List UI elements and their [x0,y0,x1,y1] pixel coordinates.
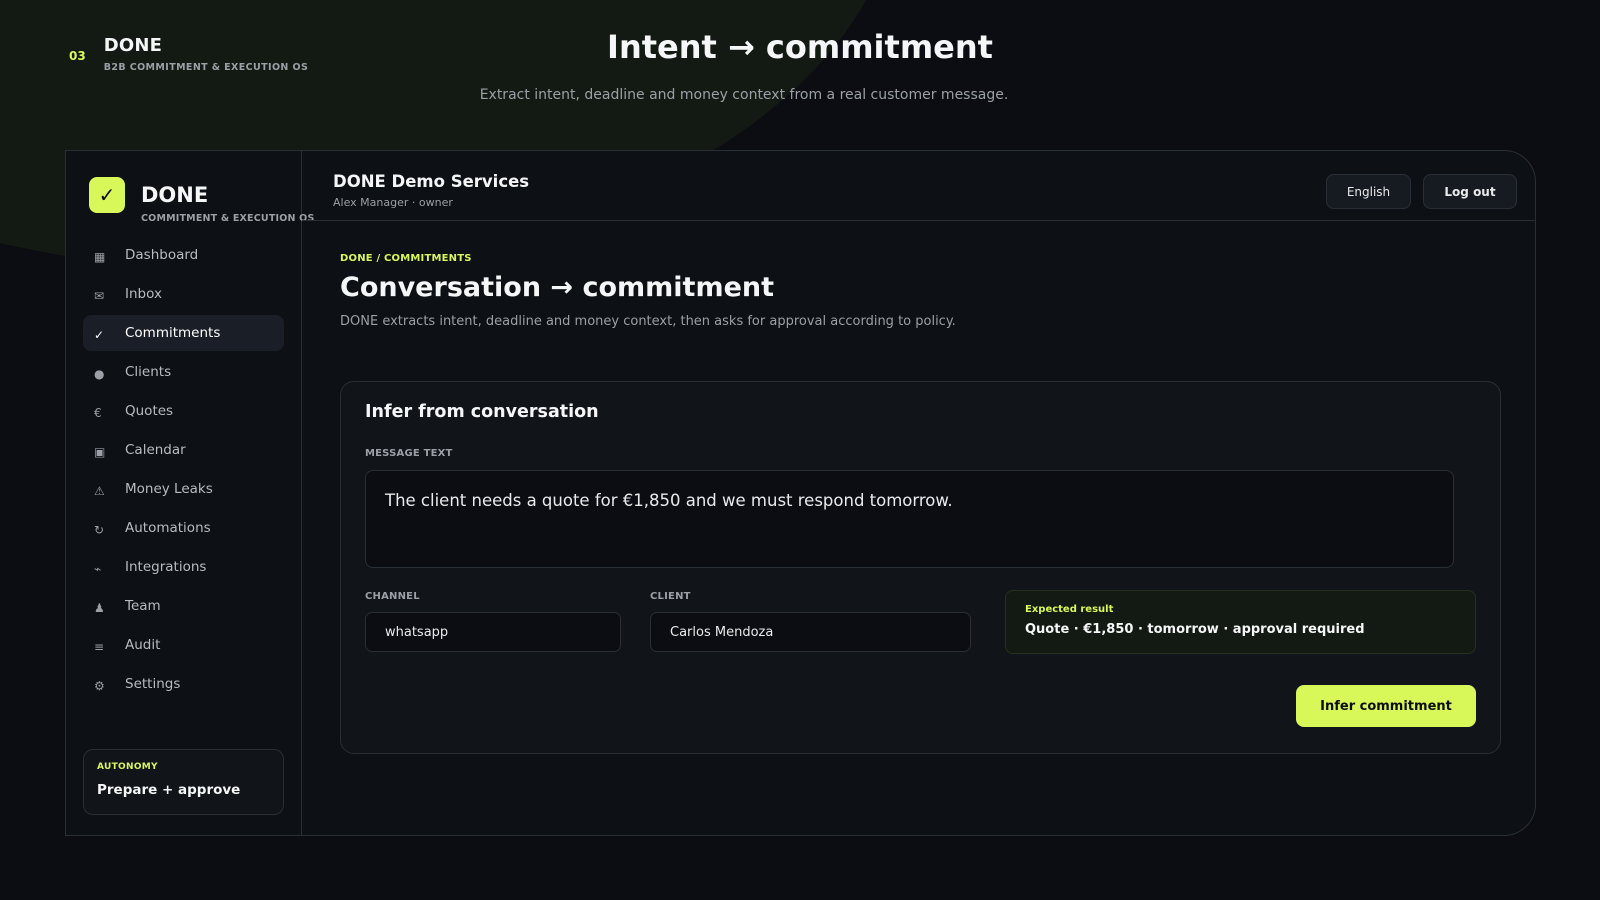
sidebar-item-commitments[interactable]: ✓ Commitments [83,315,284,351]
logout-button[interactable]: Log out [1423,174,1517,209]
sidebar-nav: ▦ Dashboard ✉ Inbox ✓ Commitments ● Clie… [83,237,284,705]
sidebar-item-label: Quotes [125,403,174,419]
sidebar-item-quotes[interactable]: € Quotes [83,393,284,429]
sidebar-item-label: Dashboard [125,247,199,263]
breadcrumb: DONE / COMMITMENTS [340,253,472,264]
inbox-icon: ✉ [94,289,105,303]
client-input[interactable]: Carlos Mendoza [650,612,971,652]
message-textarea[interactable]: The client needs a quote for €1,850 and … [365,470,1454,568]
euro-icon: € [94,406,102,420]
slide-subtitle: Extract intent, deadline and money conte… [479,87,1009,103]
sidebar-item-settings[interactable]: ⚙ Settings [83,666,284,702]
sidebar-item-label: Inbox [125,286,162,302]
expected-result-value: Quote · €1,850 · tomorrow · approval req… [1025,622,1365,637]
team-icon: ♟ [94,601,105,615]
page-description: DONE extracts intent, deadline and money… [340,314,956,329]
sidebar-item-label: Clients [125,364,172,380]
autonomy-card[interactable]: AUTONOMY Prepare + approve [83,749,284,815]
expected-result-box: Expected result Quote · €1,850 · tomorro… [1005,590,1476,654]
dashboard-icon: ▦ [94,250,106,264]
sidebar-item-dashboard[interactable]: ▦ Dashboard [83,237,284,273]
sidebar-brand-name: DONE [141,183,209,207]
check-icon: ✓ [94,328,105,342]
sidebar-item-clients[interactable]: ● Clients [83,354,284,390]
sidebar-item-money-leaks[interactable]: ⚠ Money Leaks [83,471,284,507]
client-label: CLIENT [650,591,691,602]
logo-check-icon: ✓ [89,177,125,213]
infer-commitment-button[interactable]: Infer commitment [1296,685,1476,727]
expected-result-label: Expected result [1025,604,1114,615]
autonomy-label: AUTONOMY [97,762,158,772]
sidebar-item-label: Calendar [125,442,186,458]
sidebar-item-team[interactable]: ♟ Team [83,588,284,624]
sidebar-item-audit[interactable]: ≡ Audit [83,627,284,663]
warning-icon: ⚠ [94,484,105,498]
sidebar-brand: ✓ DONE COMMITMENT & EXECUTION OS [89,177,315,224]
sidebar-item-integrations[interactable]: ⌁ Integrations [83,549,284,585]
channel-label: CHANNEL [365,591,420,602]
autonomy-value: Prepare + approve [97,782,241,798]
sidebar-item-calendar[interactable]: ▣ Calendar [83,432,284,468]
refresh-icon: ↻ [94,523,105,537]
gear-icon: ⚙ [94,679,105,693]
sidebar-item-label: Automations [125,520,211,536]
page-title: Conversation → commitment [340,272,775,303]
infer-card-title: Infer from conversation [365,402,599,422]
topbar: DONE Demo Services Alex Manager · owner … [302,151,1535,221]
sidebar-item-label: Team [125,598,161,614]
sidebar-brand-tagline: COMMITMENT & EXECUTION OS [141,213,315,224]
slide-title: Intent → commitment [607,28,993,66]
infer-card: Infer from conversation MESSAGE TEXT The… [340,381,1501,754]
org-name: DONE Demo Services [333,172,530,191]
user-role: Alex Manager · owner [333,196,453,209]
language-button[interactable]: English [1326,174,1411,209]
sidebar-item-label: Integrations [125,559,207,575]
integrations-icon: ⌁ [94,562,102,576]
channel-input[interactable]: whatsapp [365,612,621,652]
sidebar-item-label: Audit [125,637,161,653]
sidebar-item-label: Commitments [125,325,221,341]
calendar-icon: ▣ [94,445,106,459]
app-window: ✓ DONE COMMITMENT & EXECUTION OS ▦ Dashb… [65,150,1536,836]
audit-icon: ≡ [94,640,105,654]
clients-icon: ● [94,367,105,381]
sidebar-item-automations[interactable]: ↻ Automations [83,510,284,546]
main-content: DONE Demo Services Alex Manager · owner … [302,151,1535,835]
sidebar: ✓ DONE COMMITMENT & EXECUTION OS ▦ Dashb… [66,151,314,835]
sidebar-item-label: Money Leaks [125,481,213,497]
sidebar-item-inbox[interactable]: ✉ Inbox [83,276,284,312]
sidebar-item-label: Settings [125,676,181,692]
slide: 03 DONE B2B COMMITMENT & EXECUTION OS In… [0,0,1600,900]
message-label: MESSAGE TEXT [365,448,453,459]
